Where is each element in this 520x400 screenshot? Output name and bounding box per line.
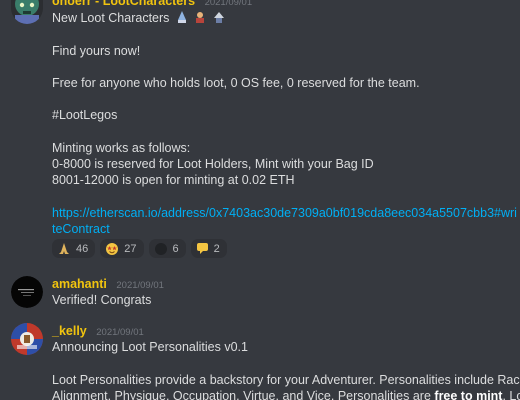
message-title: Announcing Loot Personalities v0.1 [52,340,248,354]
reaction-dark-emoji[interactable]: 6 [148,239,186,258]
bold-text: free to mint [434,389,503,400]
timestamp: 2021/09/01 [204,0,253,8]
reaction-count: 6 [172,242,179,255]
line-text: . Loot [502,389,520,400]
author-name[interactable]: _kelly [52,324,87,338]
author-name[interactable]: ohoerr - LootCharacters [52,0,195,8]
wizard-icon [176,11,188,23]
speech-bubble-icon [196,242,209,255]
reaction-count: 2 [213,242,220,255]
line-text: Alignment, Physique, Occupation, Virtue,… [52,389,435,400]
avatar[interactable] [11,276,43,308]
timestamp: 2021/09/01 [96,327,144,338]
hashtag: #LootLegos [52,108,118,122]
message-line: 0-8000 is reserved for Loot Holders, Min… [52,157,374,171]
reaction-count: 27 [124,242,137,255]
warrior-icon [194,11,206,23]
title-text: New Loot Characters [52,11,170,25]
message-line: Alignment, Physique, Occupation, Virtue,… [52,388,520,400]
message-title: New Loot Characters [52,10,225,26]
message-text: Verified! Congrats [52,293,152,307]
reaction-praying-hands[interactable]: 46 [52,239,96,258]
dark-emoji-icon [154,242,168,256]
reaction-count: 46 [76,242,89,255]
message-line: Free for anyone who holds loot, 0 OS fee… [52,76,420,90]
reaction-speech-bubble[interactable]: 2 [190,239,227,258]
message-line: Find yours now! [52,44,141,58]
avatar[interactable] [11,323,43,355]
author-name[interactable]: amahanti [52,277,107,291]
reaction-star-struck[interactable]: 27 [100,239,144,258]
star-struck-icon [105,242,119,256]
timestamp: 2021/09/01 [116,280,164,291]
avatar[interactable] [11,0,43,24]
etherscan-link-continued[interactable]: teContract [52,221,110,237]
message-line: Loot Personalities provide a backstory f… [52,373,520,387]
message-line: Minting works as follows: [52,141,191,155]
etherscan-link[interactable]: https://etherscan.io/address/0x7403ac30d… [52,205,517,221]
praying-hands-icon [57,242,71,255]
message-line: 8001-12000 is open for minting at 0.02 E… [52,173,295,187]
mage-icon [213,11,225,23]
reactions-bar: 46 27 6 2 [52,239,227,258]
